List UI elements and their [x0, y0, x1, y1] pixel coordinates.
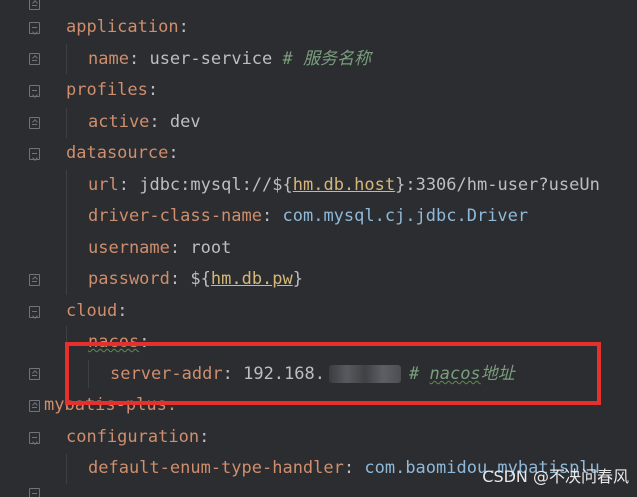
- yaml-key: cloud: [66, 301, 118, 321]
- indent-guide: [66, 454, 67, 484]
- code-line-mybatis-plus[interactable]: mybatis-plus:: [44, 390, 177, 421]
- yaml-value: dev: [169, 112, 201, 132]
- yaml-value-suffix: }:3306/hm-user?useUn: [395, 175, 600, 195]
- fold-marker-icon[interactable]: [29, 432, 40, 444]
- code-line-application[interactable]: application:: [66, 12, 189, 43]
- yaml-value: user-service: [149, 49, 273, 69]
- yaml-key: datasource: [66, 143, 169, 163]
- code-line-cloud[interactable]: cloud:: [66, 296, 127, 327]
- yaml-editor[interactable]: application: name: user-service # 服务名称 p…: [0, 0, 637, 497]
- redacted-ip-blur: [328, 365, 401, 383]
- fold-marker-icon[interactable]: [29, 306, 40, 318]
- yaml-value-suffix: }: [292, 269, 304, 289]
- yaml-key: username: [88, 238, 170, 258]
- editor-gutter: [0, 0, 46, 497]
- top-cut-line-fragment: [0, 0, 637, 8]
- yaml-key: active: [88, 112, 150, 132]
- code-line-profiles[interactable]: profiles:: [66, 75, 158, 106]
- watermark: CSDN @不决问春风: [482, 467, 629, 486]
- yaml-key: default-enum-type-handler: [88, 458, 344, 478]
- yaml-value: 192.168.: [243, 364, 325, 384]
- yaml-key: server-addr: [110, 364, 223, 384]
- yaml-key: configuration: [66, 427, 200, 447]
- fold-marker-icon[interactable]: [29, 488, 40, 497]
- fold-marker-icon[interactable]: [29, 22, 40, 34]
- fold-marker-icon[interactable]: [29, 368, 40, 380]
- yaml-comment: 服务名称: [303, 49, 372, 69]
- code-line-name[interactable]: name: user-service # 服务名称: [88, 44, 371, 75]
- yaml-key: url: [88, 175, 119, 195]
- code-line-datasource[interactable]: datasource:: [66, 138, 179, 169]
- yaml-key: profiles: [66, 80, 148, 100]
- fold-marker-icon[interactable]: [29, 53, 40, 65]
- yaml-comment-word: nacos: [429, 364, 481, 384]
- code-line-username[interactable]: username: root: [88, 233, 231, 264]
- yaml-comment-hash: #: [282, 49, 293, 69]
- fold-marker-icon[interactable]: [29, 0, 40, 10]
- fold-marker-icon[interactable]: [29, 400, 40, 412]
- fold-marker-icon[interactable]: [29, 274, 40, 286]
- yaml-key: password: [88, 269, 170, 289]
- code-line-server-addr[interactable]: server-addr: 192.168. # nacos地址: [110, 359, 515, 390]
- yaml-value-prefix: jdbc:mysql://${: [139, 175, 293, 195]
- fold-marker-icon[interactable]: [29, 85, 40, 97]
- indent-guide: [66, 44, 67, 74]
- code-line-active[interactable]: active: dev: [88, 107, 201, 138]
- placeholder-link[interactable]: hm.db.pw: [211, 269, 293, 289]
- indent-guide: [66, 170, 67, 295]
- yaml-value-prefix: ${: [190, 269, 211, 289]
- indent-guide: [66, 108, 67, 138]
- yaml-key: driver-class-name: [88, 206, 262, 226]
- indent-guide: [88, 360, 89, 388]
- yaml-key: mybatis-plus:: [44, 395, 178, 415]
- code-line-configuration[interactable]: configuration:: [66, 422, 209, 453]
- yaml-value: root: [190, 238, 232, 258]
- yaml-value: com.mysql.cj.jdbc.Driver: [282, 206, 529, 226]
- indent-guide: [66, 326, 67, 386]
- placeholder-link[interactable]: hm.db.host: [293, 175, 395, 195]
- yaml-key: nacos: [88, 332, 140, 352]
- code-line-driver-class-name[interactable]: driver-class-name: com.mysql.cj.jdbc.Dri…: [88, 201, 528, 232]
- yaml-comment: 地址: [480, 364, 515, 384]
- fold-marker-icon[interactable]: [29, 148, 40, 160]
- code-line-url[interactable]: url: jdbc:mysql://${hm.db.host}:3306/hm-…: [88, 170, 600, 201]
- yaml-comment-hash: #: [408, 364, 420, 384]
- yaml-key: application: [66, 17, 179, 37]
- fold-marker-icon[interactable]: [29, 117, 40, 129]
- code-line-password[interactable]: password: ${hm.db.pw}: [88, 264, 303, 295]
- code-line-nacos[interactable]: nacos:: [88, 327, 149, 358]
- yaml-key: name: [88, 49, 129, 69]
